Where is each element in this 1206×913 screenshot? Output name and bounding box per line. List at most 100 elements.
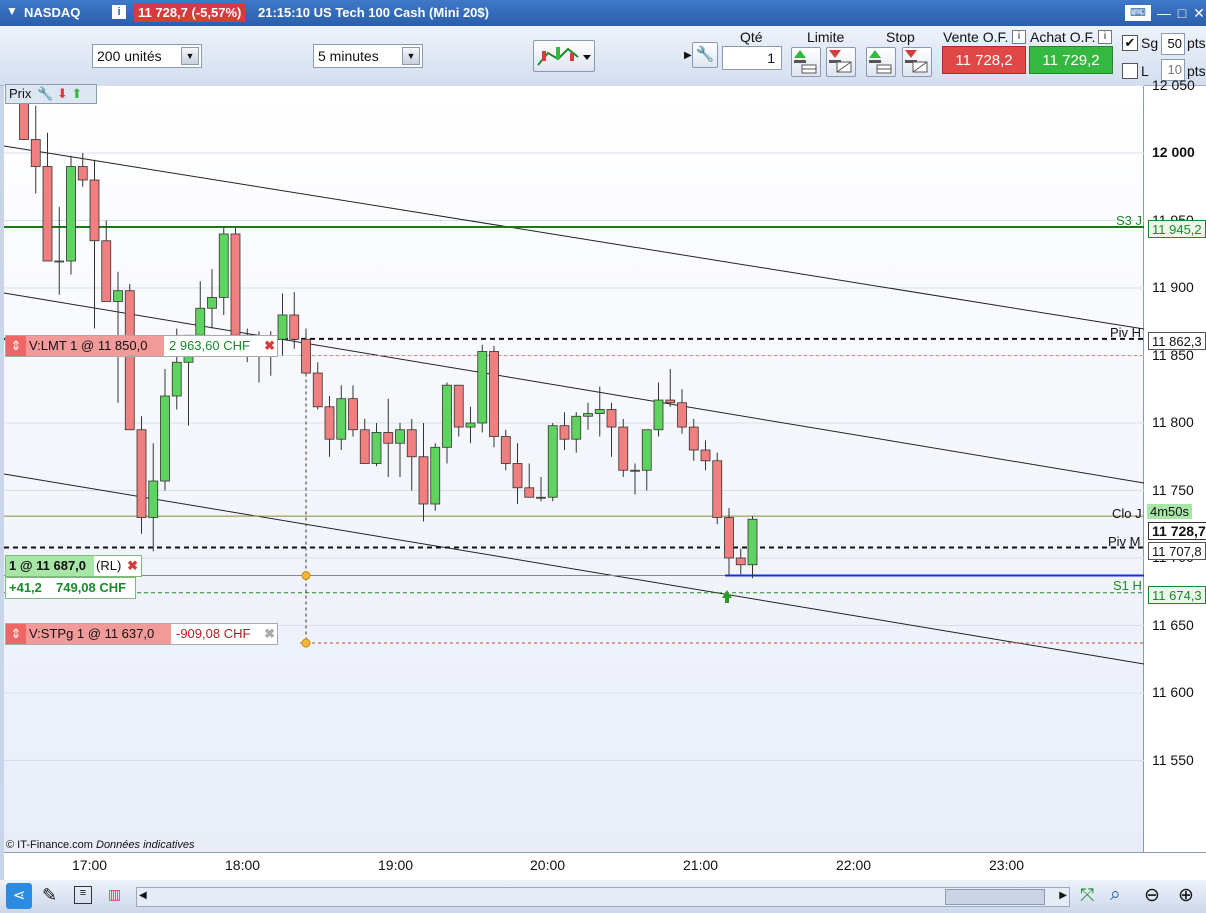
scroll-thumb[interactable] [945,889,1045,905]
copyright-text: © IT-Finance.com [6,839,93,851]
indicator-list-icon[interactable]: ≡ [74,886,92,904]
close-icon[interactable]: ✖ [264,336,275,356]
info-icon[interactable]: i [112,5,126,19]
sell-button[interactable]: 11 728,2 [942,46,1026,74]
stop-buy-icon [869,50,892,74]
y-tick-label: 11 550 [1152,751,1194,768]
y-tick-label: 12 000 [1152,144,1195,160]
position-mode: (RL) [96,558,122,573]
chevron-down-icon[interactable]: ▼ [181,47,199,65]
scroll-left-icon[interactable]: ◀ [139,890,147,901]
zoom-out-icon[interactable]: ⊖ [1144,884,1160,907]
buy-info-icon[interactable]: i [1098,30,1112,44]
drag-handle-icon[interactable]: ⇕ [6,624,26,644]
interval-select[interactable]: 5 minutes ▼ [313,44,423,68]
y-tick-label: 11 900 [1152,279,1194,295]
limit-order-label: V:LMT 1 @ 11 850,0 [26,336,164,356]
x-tick-label: 23:00 [989,857,1025,873]
quantity-select-value: 200 unités [97,48,162,64]
keyboard-icon[interactable]: ⌨ [1125,5,1151,21]
y-tick-label: 11 600 [1152,684,1194,700]
sell-info-icon[interactable]: i [1012,30,1026,44]
close-icon[interactable]: ✖ [127,556,138,576]
share-icon[interactable]: ⋖ [6,883,32,909]
limit-sell-icon [829,50,852,73]
x-tick-label: 22:00 [836,857,872,873]
stop-sell-button[interactable] [902,47,932,77]
limit-label: Limite [807,29,845,45]
sell-label: Vente O.F. [943,29,1009,45]
close-icon[interactable]: ✖ [264,624,275,644]
zoom-fit-icon[interactable]: ⌕ [1110,884,1121,906]
candle-timer: 4m50s [1147,504,1193,519]
limit-order-tag[interactable]: ⇕ V:LMT 1 @ 11 850,0 2 963,60 CHF ✖ [5,335,278,357]
qty-label: Qté [740,29,763,45]
stop-sell-icon [905,50,928,73]
limit-order-value: 2 963,60 CHF [169,338,250,353]
s1-price-tag: 11 674,3 [1148,586,1206,604]
x-tick-label: 17:00 [72,857,108,873]
x-tick-label: 18:00 [225,857,261,873]
position-label: 1 @ 11 687,0 [6,556,94,576]
stop-order-value: -909,08 CHF [176,626,251,641]
sg-label: Sg [1141,35,1159,51]
pivm-level-label: Piv M [1108,534,1141,549]
instrument-description: 21:15:10 US Tech 100 Cash (Mini 20$) [258,5,489,20]
cursor-tool-icon[interactable]: ⤧ [1080,885,1094,906]
y-tick-label: 11 750 [1152,481,1194,498]
x-tick-label: 20:00 [530,857,566,873]
bar-chart-icon[interactable]: ▥ [108,886,128,904]
chart-type-button[interactable] [533,40,595,72]
wrench-icon[interactable]: 🔧 [37,86,53,101]
arrow-up-icon[interactable]: ⬆ [71,86,82,101]
arrow-down-icon[interactable]: ⬇ [57,86,68,101]
maximize-icon[interactable]: □ [1174,5,1190,21]
limit-buy-icon [794,50,817,74]
draw-tools-icon[interactable]: ✎ [42,885,57,906]
drag-handle-icon[interactable]: ⇕ [6,336,26,356]
horizontal-scrollbar[interactable]: ◀ ▶ [136,887,1070,907]
limit-buy-button[interactable] [791,47,821,77]
x-tick-label: 19:00 [378,857,414,873]
sg-points-input[interactable]: 50 [1161,33,1185,55]
chevron-down-icon[interactable]: ▼ [402,47,420,65]
l-label: L [1141,63,1149,79]
sg-pts-label: pts [1187,35,1206,51]
s1-level-label: S1 H [1113,578,1142,593]
time-axis[interactable] [4,852,1206,880]
panel-toggle-icon[interactable]: ▶ [684,50,692,61]
instrument-price-badge: 11 728,7 (-5,57%) [134,3,246,22]
price-axis[interactable] [1144,86,1206,852]
interval-select-value: 5 minutes [318,48,379,64]
chart-area[interactable] [4,86,1144,852]
pivm-price-tag: 11 707,8 [1148,542,1206,560]
stop-buy-button[interactable] [866,47,896,77]
limit-sell-button[interactable] [826,47,856,77]
position-tag[interactable]: 1 @ 11 687,0 (RL) ✖ [5,555,142,577]
sg-checkbox[interactable]: ✔ [1122,35,1138,51]
buy-button[interactable]: 11 729,2 [1029,46,1113,74]
candlestick-chart-icon [537,47,591,66]
wrench-icon[interactable]: 🔧 [692,42,718,68]
stop-order-tag[interactable]: ⇕ V:STPg 1 @ 11 637,0 -909,08 CHF ✖ [5,623,278,645]
quantity-select[interactable]: 200 unités ▼ [92,44,202,68]
price-panel-label: Prix [9,86,32,101]
chevron-down-icon[interactable]: ▼ [6,4,18,18]
stop-label: Stop [886,29,915,45]
l-checkbox[interactable] [1122,63,1138,79]
instrument-name[interactable]: NASDAQ [24,5,80,20]
scroll-right-icon[interactable]: ▶ [1059,890,1067,901]
price-panel-tag[interactable]: Prix 🔧 ⬇ ⬆ [5,84,97,104]
last-price-tag: 11 728,7 [1148,522,1206,540]
qty-input[interactable]: 1 [722,46,782,70]
position-value: 749,08 CHF [56,580,127,595]
s3-price-tag: 11 945,2 [1148,220,1206,238]
y-tick-label: 11 650 [1152,616,1194,633]
s3-level-label: S3 J [1116,213,1143,228]
buy-label: Achat O.F. [1030,29,1096,45]
y-tick-label: 12 050 [1152,76,1195,93]
minimize-icon[interactable]: — [1156,5,1172,21]
zoom-in-icon[interactable]: ⊕ [1178,884,1194,907]
y-tick-label: 11 800 [1152,414,1194,430]
close-icon[interactable]: ✕ [1191,5,1206,21]
